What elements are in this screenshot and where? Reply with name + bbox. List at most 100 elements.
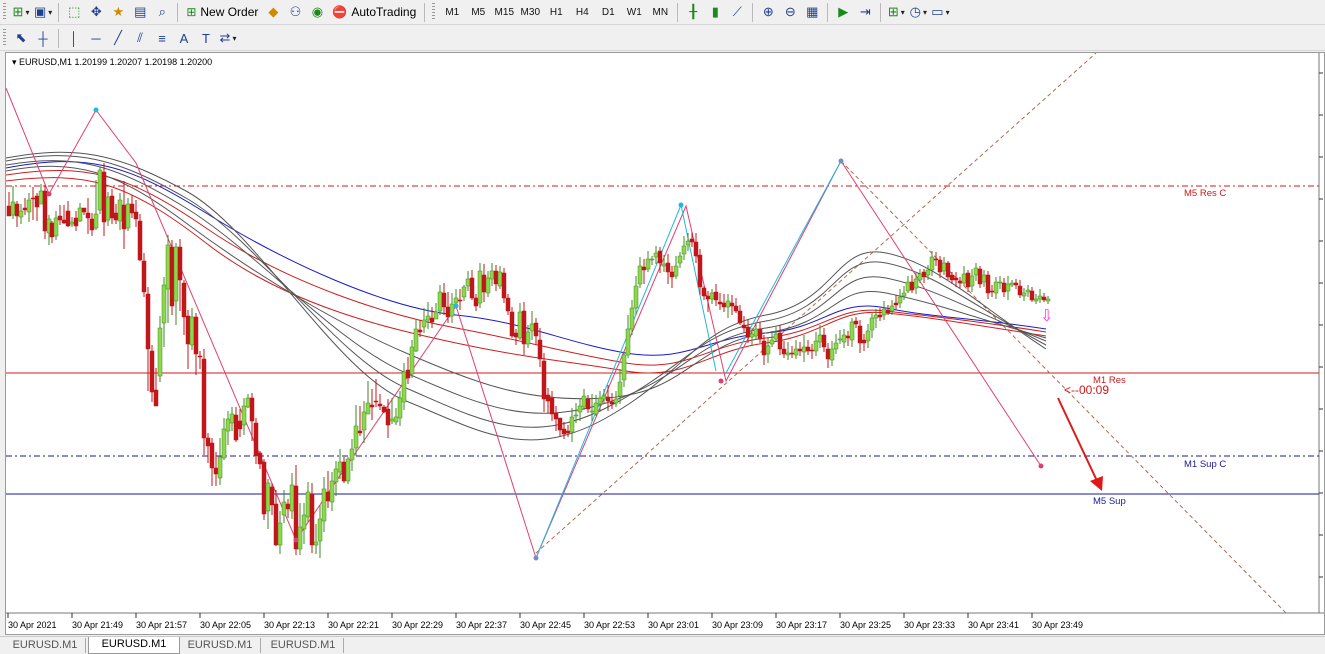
candle-body [405, 369, 411, 379]
new-chart-button[interactable]: ⊞ ▾ [10, 2, 32, 23]
toolbar-grip[interactable] [3, 3, 6, 21]
candle-body [481, 274, 487, 293]
tab-eurusd-m1-4[interactable]: EURUSD.M1 [263, 638, 344, 653]
candle-body [985, 274, 991, 294]
autotrading-label: AutoTrading [351, 5, 417, 19]
candle-body [765, 345, 771, 355]
candle-body [781, 348, 787, 355]
autotrading-button[interactable]: ⛔ AutoTrading [328, 2, 420, 23]
candle-body [565, 430, 571, 434]
tile-windows-icon[interactable]: ▦ [801, 2, 823, 23]
candle-body [229, 413, 235, 424]
candle-body [981, 274, 987, 283]
candle-body [869, 317, 875, 331]
candle-body [633, 285, 639, 309]
candle-body [209, 442, 215, 469]
toolbar-grip[interactable] [432, 3, 436, 21]
tab-eurusd-m1-3[interactable]: EURUSD.M1 [180, 638, 261, 653]
timeframe-m30-button[interactable]: M30 [517, 2, 543, 23]
candle-body [85, 212, 91, 219]
candle-body [605, 396, 611, 402]
candle-body [301, 514, 307, 530]
swing-point-marker [93, 107, 99, 113]
candle-body [813, 340, 819, 352]
candle-body [285, 503, 291, 510]
new-order-button[interactable]: ⊞ New Order [182, 2, 262, 23]
candle-body [689, 238, 695, 243]
candle-body [637, 265, 643, 285]
candle-body [761, 340, 767, 356]
time-axis-label: 30 Apr 22:53 [584, 620, 635, 630]
price-chart[interactable]: ⇩M5 Res CM1 Res<--00:09M1 Sup CM5 Sup30 … [6, 53, 1324, 634]
signals-icon[interactable]: ⚇ [284, 2, 306, 23]
timeframe-mn-button[interactable]: MN [647, 2, 673, 23]
candle-body [629, 307, 635, 330]
candlestick-icon[interactable]: ▮ [704, 2, 726, 23]
vertical-line-icon[interactable]: │ [63, 28, 85, 49]
candle-body [113, 212, 119, 221]
zigzag-cyan-line [535, 203, 717, 559]
market-icon[interactable]: ◉ [306, 2, 328, 23]
swing-point-marker [453, 303, 459, 309]
horizontal-line-icon[interactable]: ─ [85, 28, 107, 49]
crosshair-icon[interactable]: ┼ [32, 28, 54, 49]
metaeditor-icon[interactable]: ◆ [262, 2, 284, 23]
market-watch-icon[interactable]: ⬚ [63, 2, 85, 23]
auto-scroll-icon[interactable]: ▶ [832, 2, 854, 23]
candle-body [657, 250, 663, 264]
strategy-tester-icon[interactable]: ⌕ [151, 2, 173, 23]
candle-body [517, 311, 523, 339]
equidistant-channel-icon[interactable]: ⫽ [129, 28, 151, 49]
cursor-icon[interactable]: ⬉ [10, 28, 32, 49]
periods-button[interactable]: ◷ ▾ [907, 2, 929, 23]
line-chart-icon[interactable]: ⟋ [726, 2, 748, 23]
fibonacci-icon[interactable]: ≡ [151, 28, 173, 49]
swing-point-marker [838, 158, 844, 164]
timeframe-m1-button[interactable]: M1 [439, 2, 465, 23]
chart-shift-icon[interactable]: ⇥ [854, 2, 876, 23]
toolbar-separator [58, 2, 60, 22]
candle-body [785, 352, 791, 356]
timeframe-m5-button[interactable]: M5 [465, 2, 491, 23]
text-label-icon[interactable]: T [195, 28, 217, 49]
candle-body [573, 414, 579, 417]
trendline-icon[interactable]: ╱ [107, 28, 129, 49]
candle-body [1045, 298, 1051, 302]
navigator-icon[interactable]: ★ [107, 2, 129, 23]
candle-body [721, 302, 727, 308]
toolbar-grip[interactable] [3, 29, 6, 47]
tab-eurusd-m1-1[interactable]: EURUSD.M1 [5, 638, 86, 653]
data-window-icon[interactable]: ✥ [85, 2, 107, 23]
candle-body [501, 272, 507, 299]
chart-info-label: ▾ EURUSD,M1 1.20199 1.20207 1.20198 1.20… [12, 57, 212, 68]
terminal-icon[interactable]: ▤ [129, 2, 151, 23]
candle-body [569, 416, 575, 433]
timeframe-d1-button[interactable]: D1 [595, 2, 621, 23]
candle-body [341, 461, 347, 482]
candle-body [253, 422, 259, 457]
chart-window[interactable]: ⇩ M5 Res C M1 Res <--00:09 M1 Sup C M5 Sup 30 … [5, 52, 1325, 635]
arrows-button[interactable]: ⇄ ▾ [217, 28, 239, 49]
profiles-button[interactable]: ▣ ▾ [32, 2, 54, 23]
indicators-button[interactable]: ⊞ ▾ [885, 2, 907, 23]
text-icon[interactable]: A [173, 28, 195, 49]
tab-eurusd-m1-active[interactable]: EURUSD.M1 [88, 637, 180, 654]
swing-point-marker [1038, 463, 1044, 469]
chart-menu-icon[interactable]: ▾ [12, 57, 19, 67]
candle-body [585, 398, 591, 410]
timeframe-w1-button[interactable]: W1 [621, 2, 647, 23]
candle-body [485, 277, 491, 294]
timeframe-m15-button[interactable]: M15 [491, 2, 517, 23]
zoom-in-icon[interactable]: ⊕ [757, 2, 779, 23]
candle-body [34, 195, 40, 208]
time-axis-label: 30 Apr 23:25 [840, 620, 891, 630]
timeframe-h4-button[interactable]: H4 [569, 2, 595, 23]
bar-chart-icon[interactable]: ╂ [682, 2, 704, 23]
candle-body [949, 274, 955, 281]
candle-body [933, 258, 939, 261]
candle-body [477, 270, 483, 304]
candle-body [425, 315, 431, 321]
templates-button[interactable]: ▭ ▾ [929, 2, 951, 23]
zoom-out-icon[interactable]: ⊖ [779, 2, 801, 23]
timeframe-h1-button[interactable]: H1 [543, 2, 569, 23]
